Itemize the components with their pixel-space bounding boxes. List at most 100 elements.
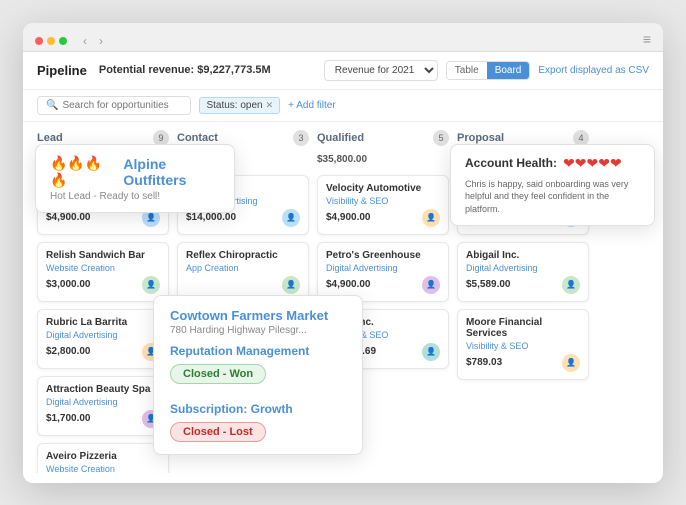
card-service: Visibility & SEO bbox=[466, 341, 580, 351]
card-service: Website Creation bbox=[46, 263, 160, 273]
pipeline-title: Pipeline bbox=[37, 63, 87, 78]
card-service: Digital Advertising bbox=[326, 263, 440, 273]
board-view-button[interactable]: Board bbox=[487, 62, 530, 79]
card-amount: $789.03 bbox=[466, 357, 502, 368]
fire-icon: 🔥🔥🔥🔥 bbox=[50, 155, 111, 189]
card-amount: $3,000.00 bbox=[46, 279, 91, 290]
col-amount-qualified: $35,800.00 bbox=[317, 154, 449, 165]
top-bar-right: Revenue for 2021 Table Board Export disp… bbox=[324, 60, 649, 81]
table-row[interactable]: Moore Financial Services Visibility & SE… bbox=[457, 309, 589, 380]
card-amount: $14,000.00 bbox=[186, 212, 236, 223]
card-bottom: $5,589.00 👤 bbox=[466, 276, 580, 294]
card-service: App Creation bbox=[186, 263, 300, 273]
avatar: 👤 bbox=[142, 276, 160, 294]
card-company: Reflex Chiropractic bbox=[186, 250, 300, 261]
avatar: 👤 bbox=[422, 343, 440, 361]
revenue-select[interactable]: Revenue for 2021 bbox=[324, 60, 438, 81]
card-service: Visibility & SEO bbox=[326, 196, 440, 206]
table-row[interactable]: Relish Sandwich Bar Website Creation $3,… bbox=[37, 242, 169, 302]
card-company: Petro's Greenhouse bbox=[326, 250, 440, 261]
cowtown-service1-label: Reputation Management bbox=[170, 344, 346, 358]
card-company: Relish Sandwich Bar bbox=[46, 250, 160, 261]
card-company: Aveiro Pizzeria bbox=[46, 451, 160, 462]
col-header-qualified: Qualified 5 bbox=[317, 130, 449, 146]
card-company: Abigail Inc. bbox=[466, 250, 580, 261]
table-row[interactable]: Velocity Automotive Visibility & SEO $4,… bbox=[317, 175, 449, 235]
card-bottom: $4,900.00 👤 bbox=[326, 276, 440, 294]
col-count-qualified: 5 bbox=[433, 130, 449, 146]
card-company: Attraction Beauty Spa bbox=[46, 384, 160, 395]
dot-minimize[interactable] bbox=[47, 37, 55, 45]
avatar: 👤 bbox=[282, 209, 300, 227]
card-bottom: $4,900.00 👤 bbox=[326, 209, 440, 227]
alpine-company-name[interactable]: Alpine Outfitters bbox=[123, 156, 220, 188]
card-service: Digital Advertising bbox=[46, 330, 160, 340]
view-toggle: Table Board bbox=[446, 61, 531, 80]
table-view-button[interactable]: Table bbox=[447, 62, 487, 79]
col-count-contact: 3 bbox=[293, 130, 309, 146]
export-link[interactable]: Export displayed as CSV bbox=[538, 65, 649, 76]
browser-nav: ‹ › bbox=[79, 32, 107, 50]
card-bottom: $1,700.00 👤 bbox=[46, 410, 160, 428]
card-amount: $2,800.00 bbox=[46, 346, 91, 357]
tooltip-alpine: 🔥🔥🔥🔥 Alpine Outfitters Hot Lead - Ready … bbox=[35, 144, 235, 213]
card-company: Moore Financial Services bbox=[466, 317, 580, 339]
card-amount: $4,900.00 bbox=[326, 212, 371, 223]
search-box: 🔍 bbox=[37, 96, 191, 115]
health-header: Account Health: ❤❤❤❤❤ bbox=[465, 155, 640, 172]
cowtown-service2-label: Subscription: Growth bbox=[170, 402, 346, 416]
avatar: 👤 bbox=[422, 209, 440, 227]
card-amount: $1,700.00 bbox=[46, 413, 91, 424]
col-title-proposal: Proposal bbox=[457, 132, 504, 144]
table-row[interactable]: Attraction Beauty Spa Digital Advertisin… bbox=[37, 376, 169, 436]
status-close-icon[interactable]: ✕ bbox=[266, 100, 274, 111]
card-bottom: 👤 bbox=[186, 276, 300, 294]
card-company: Rubric La Barrita bbox=[46, 317, 160, 328]
browser-window: ‹ › ≡ Pipeline Potential revenue: $9,227… bbox=[23, 23, 663, 483]
card-service: Website Creation bbox=[46, 464, 160, 473]
card-service: Digital Advertising bbox=[46, 397, 160, 407]
cowtown-title[interactable]: Cowtown Farmers Market bbox=[170, 308, 346, 323]
card-bottom: $3,000.00 👤 bbox=[46, 276, 160, 294]
card-company: Velocity Automotive bbox=[326, 183, 440, 194]
app-content: Pipeline Potential revenue: $9,227,773.5… bbox=[23, 52, 663, 483]
filter-bar: 🔍 Status: open ✕ + Add filter bbox=[23, 90, 663, 122]
nav-forward-button[interactable]: › bbox=[95, 32, 107, 50]
avatar: 👤 bbox=[562, 276, 580, 294]
search-input[interactable] bbox=[62, 100, 182, 111]
col-title-lead: Lead bbox=[37, 132, 63, 144]
browser-menu-icon[interactable]: ≡ bbox=[643, 31, 651, 47]
table-row[interactable]: Reflex Chiropractic App Creation 👤 bbox=[177, 242, 309, 302]
nav-back-button[interactable]: ‹ bbox=[79, 32, 91, 50]
card-amount: $4,900.00 bbox=[46, 212, 91, 223]
popup-health: Account Health: ❤❤❤❤❤ Chris is happy, sa… bbox=[450, 144, 655, 227]
table-row[interactable]: Rubric La Barrita Digital Advertising $2… bbox=[37, 309, 169, 369]
card-bottom: $2,800.00 👤 bbox=[46, 343, 160, 361]
closed-lost-badge: Closed - Lost bbox=[170, 422, 266, 442]
alpine-tagline: Hot Lead - Ready to sell! bbox=[50, 191, 220, 202]
search-icon: 🔍 bbox=[46, 100, 58, 111]
health-description: Chris is happy, said onboarding was very… bbox=[465, 178, 640, 216]
top-bar: Pipeline Potential revenue: $9,227,773.5… bbox=[23, 52, 663, 90]
health-title: Account Health: bbox=[465, 156, 557, 170]
browser-dots bbox=[35, 37, 67, 45]
table-row[interactable]: Petro's Greenhouse Digital Advertising $… bbox=[317, 242, 449, 302]
cowtown-address: 780 Harding Highway Pilesgr... bbox=[170, 325, 346, 336]
card-amount: $5,589.00 bbox=[466, 279, 511, 290]
card-service: Digital Advertising bbox=[466, 263, 580, 273]
add-filter-button[interactable]: + Add filter bbox=[288, 100, 336, 111]
popup-cowtown: Cowtown Farmers Market 780 Harding Highw… bbox=[153, 295, 363, 455]
status-badge: Status: open ✕ bbox=[199, 97, 280, 114]
health-hearts: ❤❤❤❤❤ bbox=[563, 155, 622, 172]
avatar: 👤 bbox=[282, 276, 300, 294]
avatar: 👤 bbox=[422, 276, 440, 294]
dot-close[interactable] bbox=[35, 37, 43, 45]
avatar: 👤 bbox=[562, 354, 580, 372]
col-title-qualified: Qualified bbox=[317, 132, 364, 144]
table-row[interactable]: Abigail Inc. Digital Advertising $5,589.… bbox=[457, 242, 589, 302]
browser-chrome: ‹ › ≡ bbox=[23, 23, 663, 52]
card-bottom: $789.03 👤 bbox=[466, 354, 580, 372]
potential-revenue-label: Potential revenue: $9,227,773.5M bbox=[99, 64, 271, 76]
dot-maximize[interactable] bbox=[59, 37, 67, 45]
table-row[interactable]: Aveiro Pizzeria Website Creation $500.00… bbox=[37, 443, 169, 473]
